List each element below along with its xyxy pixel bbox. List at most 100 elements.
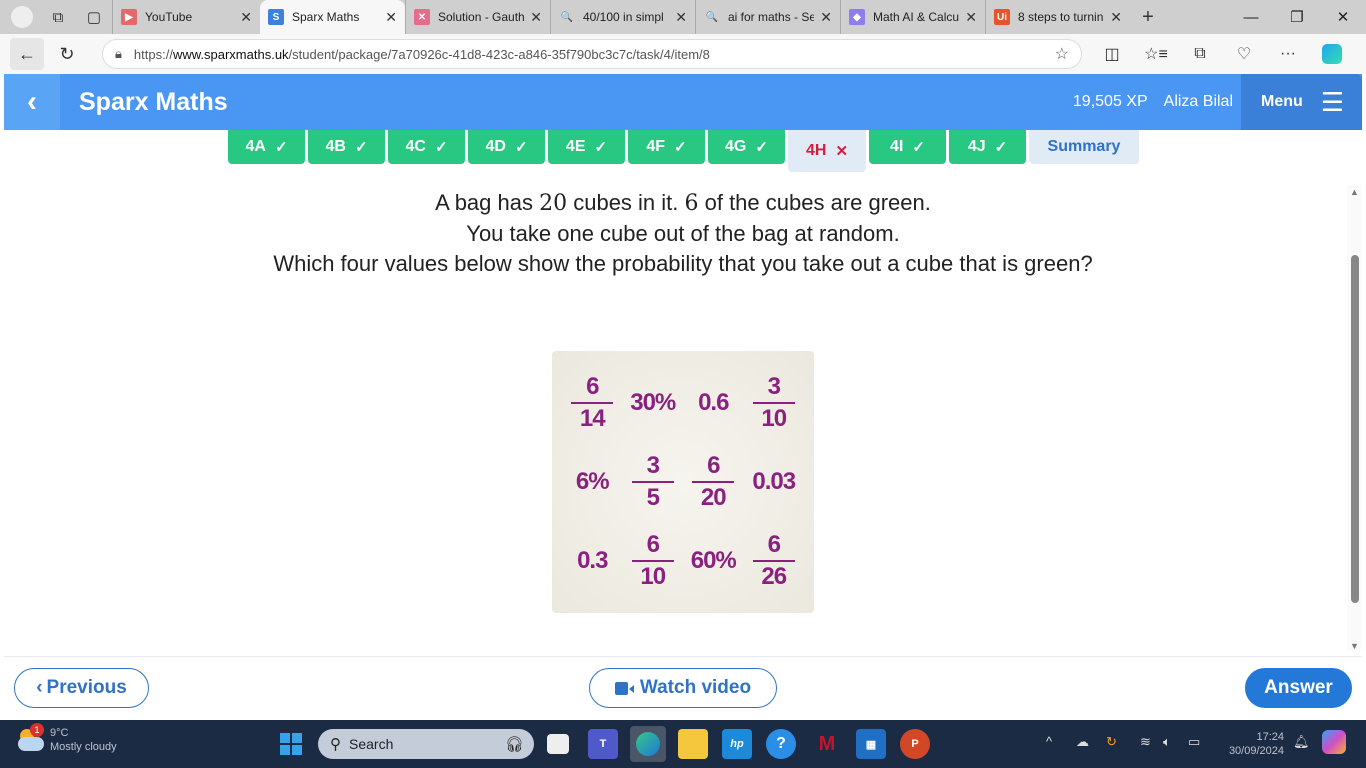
fraction-bar bbox=[631, 480, 674, 483]
scrollbar-thumb[interactable] bbox=[1351, 255, 1359, 603]
refresh-button[interactable]: ↻ bbox=[50, 38, 84, 70]
copilot-icon[interactable] bbox=[1310, 44, 1354, 64]
xp-counter: 19,505 XP bbox=[1072, 93, 1148, 110]
close-tab-icon[interactable]: ✕ bbox=[1110, 9, 1122, 26]
battery-icon[interactable]: ▭ bbox=[1188, 734, 1200, 750]
page-scrollbar[interactable]: ▲ ▼ bbox=[1347, 185, 1361, 651]
watch-video-button[interactable]: Watch video bbox=[589, 668, 777, 708]
numerator: 6 bbox=[586, 372, 599, 400]
favorite-star-icon[interactable]: ☆ bbox=[1055, 44, 1069, 64]
taskbar-clock[interactable]: 17:24 30/09/2024 bbox=[1212, 730, 1284, 758]
back-chevron-button[interactable]: ‹ bbox=[4, 74, 60, 130]
onedrive-icon[interactable]: ☁ bbox=[1076, 734, 1089, 750]
notification-badge: 1 bbox=[30, 723, 44, 737]
help-icon[interactable]: ? bbox=[766, 729, 796, 759]
file-explorer-icon[interactable] bbox=[678, 729, 708, 759]
taskbar-search[interactable]: ⚲ Search 🎧︎ bbox=[318, 729, 534, 759]
previous-button[interactable]: ‹ Previous bbox=[14, 668, 149, 708]
browser-tab-title: Sparx Maths bbox=[292, 10, 360, 24]
answer-option: 6 10 bbox=[623, 522, 684, 601]
sync-icon[interactable]: ↻ bbox=[1106, 734, 1117, 750]
menu-button[interactable]: Menu ☰ bbox=[1241, 74, 1362, 130]
answer-option: 0.3 bbox=[577, 547, 608, 575]
close-tab-icon[interactable]: ✕ bbox=[965, 9, 977, 26]
volume-icon[interactable]: 🔈︎ bbox=[1163, 734, 1171, 750]
task-tab-4f[interactable]: 4F ✓ bbox=[628, 130, 705, 164]
browser-tab[interactable]: ▶ YouTube ✕ bbox=[112, 0, 260, 34]
myhp-icon[interactable]: hp bbox=[722, 729, 752, 759]
search-highlight-icon: 🎧︎ bbox=[504, 736, 524, 753]
split-screen-icon[interactable]: ◫ bbox=[1090, 44, 1134, 64]
favorites-icon[interactable]: ☆≡ bbox=[1134, 44, 1178, 64]
powerpoint-icon[interactable]: P bbox=[900, 729, 930, 759]
task-tab-4c[interactable]: 4C ✓ bbox=[388, 130, 465, 164]
edge-icon[interactable] bbox=[630, 726, 666, 762]
new-tab-button[interactable]: + bbox=[1130, 0, 1166, 34]
task-tab-4d[interactable]: 4D ✓ bbox=[468, 130, 545, 164]
answer-option: 60% bbox=[690, 547, 737, 575]
answer-option: 0.03 bbox=[752, 467, 796, 495]
collections-icon[interactable]: ⧉ bbox=[1178, 45, 1222, 63]
close-window-button[interactable]: ✕ bbox=[1320, 0, 1366, 34]
url-input[interactable]: 🔒︎ https://www.sparxmaths.uk/student/pac… bbox=[102, 39, 1082, 69]
check-icon: ✓ bbox=[674, 139, 687, 156]
browser-tab[interactable]: 🔍 40/100 in simpl ✕ bbox=[550, 0, 695, 34]
task-tab-4e[interactable]: 4E ✓ bbox=[548, 130, 625, 164]
start-windows-icon[interactable] bbox=[280, 733, 302, 755]
workspaces-icon[interactable]: ⧉ bbox=[40, 0, 76, 34]
store-icon[interactable]: ▦ bbox=[856, 729, 886, 759]
do-not-disturb-icon[interactable]: 🔔︎ bbox=[1293, 734, 1310, 750]
answer-option: 6 14 bbox=[562, 363, 623, 442]
restore-button[interactable]: ❐ bbox=[1274, 0, 1320, 34]
answer-button[interactable]: Answer bbox=[1245, 668, 1352, 708]
profile-icon[interactable] bbox=[4, 0, 40, 34]
tab-actions-icon[interactable]: ▢ bbox=[76, 0, 112, 34]
browser-tab[interactable]: 🔍 ai for maths - Se ✕ bbox=[695, 0, 840, 34]
browser-tab-title: 40/100 in simpl bbox=[583, 10, 664, 24]
wifi-icon[interactable]: ≋ bbox=[1140, 734, 1151, 750]
task-tab-summary[interactable]: Summary bbox=[1029, 130, 1139, 164]
cross-icon: ✕ bbox=[835, 143, 849, 160]
denominator: 14 bbox=[579, 404, 606, 432]
question-text: A bag has 20 cubes in it. 6 of the cubes… bbox=[220, 188, 1146, 279]
close-tab-icon[interactable]: ✕ bbox=[675, 9, 687, 26]
search-icon: ⚲ bbox=[330, 736, 341, 753]
check-icon: ✓ bbox=[514, 139, 528, 156]
task-tab-4b[interactable]: 4B ✓ bbox=[308, 130, 385, 164]
scroll-down-icon[interactable]: ▼ bbox=[1350, 641, 1359, 651]
mcafee-icon[interactable]: M bbox=[812, 729, 842, 759]
chevron-left-icon: ‹ bbox=[36, 677, 43, 698]
numerator: 6 bbox=[646, 531, 660, 559]
close-tab-icon[interactable]: ✕ bbox=[240, 9, 252, 26]
question-line-2: You take one cube out of the bag at rand… bbox=[466, 221, 900, 246]
close-tab-icon[interactable]: ✕ bbox=[530, 9, 542, 26]
more-options-icon[interactable]: ··· bbox=[1266, 45, 1310, 63]
show-hidden-icons[interactable]: ^ bbox=[1046, 734, 1052, 749]
copilot-taskbar-icon[interactable] bbox=[1322, 730, 1346, 757]
task-view-icon[interactable] bbox=[547, 734, 569, 754]
weather-widget[interactable]: 1 9°C Mostly cloudy bbox=[16, 723, 117, 754]
close-tab-icon[interactable]: ✕ bbox=[820, 9, 832, 26]
scroll-up-icon[interactable]: ▲ bbox=[1350, 187, 1359, 197]
browser-tab[interactable]: ◆ Math AI & Calcu ✕ bbox=[840, 0, 985, 34]
minimize-button[interactable]: — bbox=[1228, 0, 1274, 34]
browser-tab[interactable]: ✕ Solution - Gauth ✕ bbox=[405, 0, 550, 34]
task-tab-4a[interactable]: 4A ✓ bbox=[228, 130, 305, 164]
back-button[interactable]: ← bbox=[10, 38, 44, 70]
close-tab-icon[interactable]: ✕ bbox=[385, 9, 397, 26]
user-name[interactable]: Aliza Bilal bbox=[1164, 93, 1233, 111]
browser-tab[interactable]: Ui 8 steps to turnin ✕ bbox=[985, 0, 1130, 34]
browser-tab-title: 8 steps to turnin bbox=[1018, 10, 1104, 24]
task-tab-4h[interactable]: 4H ✕ bbox=[788, 130, 866, 172]
task-tab-4g[interactable]: 4G ✓ bbox=[708, 130, 785, 164]
browser-tab[interactable]: S Sparx Maths ✕ bbox=[260, 0, 405, 34]
browser-tab-title: Solution - Gauth bbox=[438, 10, 525, 24]
task-tab-4i[interactable]: 4I ✓ bbox=[869, 130, 946, 164]
fraction-bar bbox=[752, 560, 795, 563]
answer-option: 6 20 bbox=[683, 442, 744, 521]
fraction-bar bbox=[752, 401, 795, 404]
fraction-bar bbox=[571, 401, 614, 404]
teams-icon[interactable]: T bbox=[588, 729, 618, 759]
task-tab-4j[interactable]: 4J ✓ bbox=[949, 130, 1026, 164]
browser-essentials-icon[interactable]: ♡ bbox=[1222, 44, 1266, 64]
